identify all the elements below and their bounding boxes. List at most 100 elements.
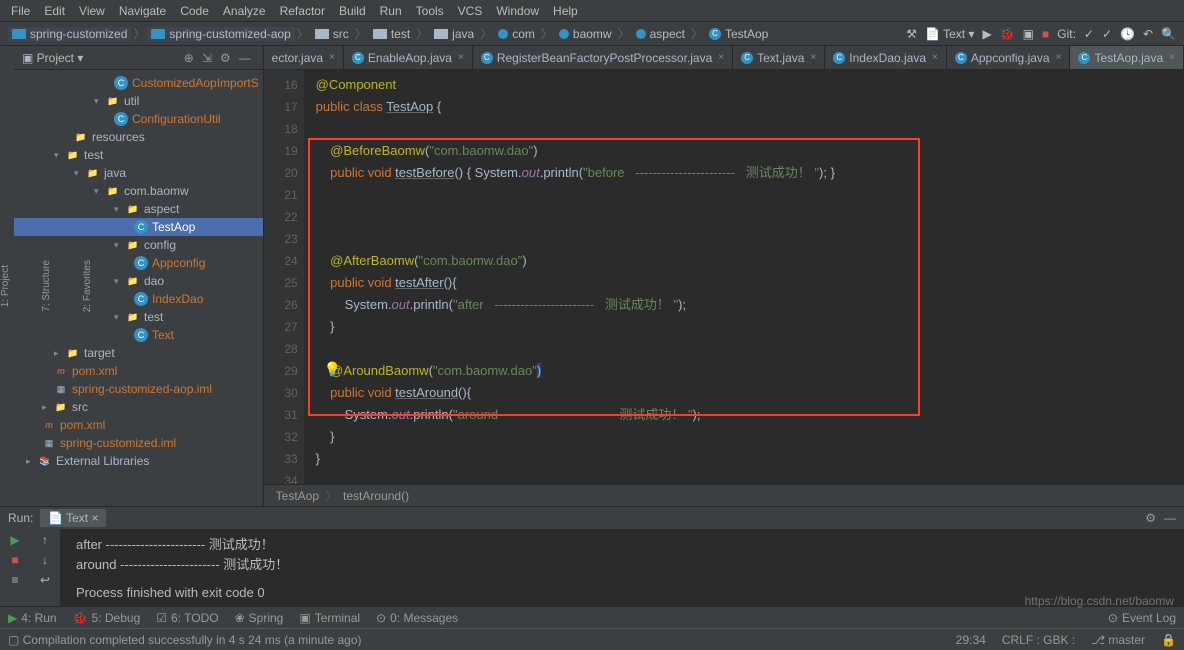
menu-window[interactable]: Window xyxy=(489,4,546,18)
stop-button[interactable]: ■ xyxy=(11,553,18,567)
vcs-commit-icon[interactable]: ✓ xyxy=(1102,27,1112,41)
tree-item[interactable]: ▾📁config xyxy=(14,236,263,254)
folder-icon xyxy=(12,29,26,39)
close-icon[interactable]: × xyxy=(1056,52,1062,63)
tree-item[interactable]: CText xyxy=(14,326,263,344)
hammer-icon[interactable]: ⚒ xyxy=(906,27,917,41)
down-icon[interactable]: ↓ xyxy=(42,553,48,567)
tree-item[interactable]: ▸📚External Libraries xyxy=(14,452,263,470)
editor-tab[interactable]: ector.java× xyxy=(264,46,344,69)
tree-item[interactable]: 📁resources xyxy=(14,128,263,146)
editor-tab[interactable]: CRegisterBeanFactoryPostProcessor.java× xyxy=(473,46,733,69)
search-icon[interactable]: 🔍 xyxy=(1161,27,1176,41)
editor-tab[interactable]: CText.java× xyxy=(733,46,825,69)
close-icon[interactable]: × xyxy=(718,52,724,63)
close-icon[interactable]: × xyxy=(329,52,335,63)
layout-button[interactable]: ≡ xyxy=(11,573,18,587)
debug-button[interactable]: 🐞 xyxy=(1000,27,1015,41)
close-icon[interactable]: × xyxy=(810,52,816,63)
menu-run[interactable]: Run xyxy=(373,4,409,18)
editor-tab[interactable]: CAppconfig.java× xyxy=(947,46,1071,69)
lock-icon[interactable]: 🔒 xyxy=(1161,633,1176,647)
gear-icon[interactable]: ⚙ xyxy=(216,51,235,65)
breadcrumb-class[interactable]: TestAop xyxy=(276,489,319,503)
close-icon[interactable]: × xyxy=(932,52,938,63)
project-tool-button[interactable]: 1: Project xyxy=(0,265,11,307)
tree-item[interactable]: CCustomizedAopImportS xyxy=(14,74,263,92)
run-button[interactable]: ▶ xyxy=(982,27,991,41)
debug-tool-button[interactable]: 🐞 5: Debug xyxy=(73,611,141,625)
tree-item[interactable]: mpom.xml xyxy=(14,416,263,434)
vcs-update-icon[interactable]: ✓ xyxy=(1084,27,1094,41)
up-icon[interactable]: ↑ xyxy=(42,533,48,547)
nav-test[interactable]: test xyxy=(369,27,414,41)
intention-bulb-icon[interactable]: 💡 xyxy=(324,358,341,380)
menu-navigate[interactable]: Navigate xyxy=(112,4,173,18)
vcs-revert-icon[interactable]: ↶ xyxy=(1143,27,1153,41)
menu-refactor[interactable]: Refactor xyxy=(273,4,332,18)
terminal-tool-button[interactable]: ▣ Terminal xyxy=(299,611,360,625)
menu-tools[interactable]: Tools xyxy=(409,4,451,18)
nav-module[interactable]: spring-customized-aop xyxy=(147,27,294,41)
code-content[interactable]: 💡 @Component public class TestAop { @Bef… xyxy=(304,70,1184,484)
status-icon[interactable]: ▢ xyxy=(8,633,19,647)
run-tool-button[interactable]: ▶4: Run xyxy=(8,611,57,625)
stop-button[interactable]: ■ xyxy=(1042,27,1049,41)
tree-item[interactable]: ▸📁src xyxy=(14,398,263,416)
menu-analyze[interactable]: Analyze xyxy=(216,4,273,18)
messages-tool-button[interactable]: ⊙ 0: Messages xyxy=(376,611,458,625)
tree-item[interactable]: ▦spring-customized-aop.iml xyxy=(14,380,263,398)
nav-com[interactable]: com xyxy=(494,27,539,41)
menu-file[interactable]: File xyxy=(4,4,37,18)
caret-position[interactable]: 29:34 xyxy=(956,633,986,647)
tree-item[interactable]: ▾📁test xyxy=(14,146,263,164)
git-branch[interactable]: ⎇ master xyxy=(1091,633,1145,647)
menu-help[interactable]: Help xyxy=(546,4,585,18)
nav-aspect[interactable]: aspect xyxy=(632,27,689,41)
editor-tab[interactable]: CIndexDao.java× xyxy=(825,46,947,69)
collapse-icon[interactable]: ⇲ xyxy=(198,51,216,65)
vcs-history-icon[interactable]: 🕓 xyxy=(1120,27,1135,41)
todo-tool-button[interactable]: ☑ 6: TODO xyxy=(156,611,218,625)
gear-icon[interactable]: ⚙ xyxy=(1145,511,1156,525)
tree-item[interactable]: ▦spring-customized.iml xyxy=(14,434,263,452)
tree-item[interactable]: mpom.xml xyxy=(14,362,263,380)
tree-item[interactable]: ▾📁java xyxy=(14,164,263,182)
project-view-selector[interactable]: ▣ Project ▾ xyxy=(22,51,83,65)
run-tab[interactable]: 📄 Text × xyxy=(40,509,106,527)
code-editor[interactable]: 16171819202122232425262728293031323334 💡… xyxy=(264,70,1184,484)
close-icon[interactable]: × xyxy=(458,52,464,63)
hide-icon[interactable]: — xyxy=(235,51,255,65)
nav-project-root[interactable]: spring-customized xyxy=(8,27,131,41)
menu-build[interactable]: Build xyxy=(332,4,373,18)
nav-baomw[interactable]: baomw xyxy=(555,27,616,41)
wrap-icon[interactable]: ↩ xyxy=(40,573,50,587)
coverage-button[interactable]: ▣ xyxy=(1023,27,1034,41)
run-config-selector[interactable]: 📄 Text ▾ xyxy=(925,27,974,41)
tree-item[interactable]: ▾📁aspect xyxy=(14,200,263,218)
favorites-tool-button[interactable]: 2: Favorites xyxy=(82,260,93,312)
rerun-button[interactable]: ▶ xyxy=(10,533,19,547)
menu-code[interactable]: Code xyxy=(173,4,216,18)
tree-item[interactable]: ▾📁com.baomw xyxy=(14,182,263,200)
menu-edit[interactable]: Edit xyxy=(37,4,72,18)
minimize-icon[interactable]: — xyxy=(1164,511,1176,525)
nav-java[interactable]: java xyxy=(430,27,478,41)
close-icon[interactable]: × xyxy=(1169,52,1175,63)
menu-view[interactable]: View xyxy=(72,4,112,18)
eventlog-button[interactable]: ⊙ Event Log xyxy=(1108,611,1176,625)
tree-item[interactable]: ▾📁util xyxy=(14,92,263,110)
editor-tab[interactable]: CEnableAop.java× xyxy=(344,46,473,69)
nav-src[interactable]: src xyxy=(311,27,353,41)
menu-vcs[interactable]: VCS xyxy=(451,4,490,18)
locate-icon[interactable]: ⊕ xyxy=(180,51,198,65)
breadcrumb-method[interactable]: testAround() xyxy=(343,489,409,503)
tree-item-selected[interactable]: CTestAop xyxy=(14,218,263,236)
structure-tool-button[interactable]: 7: Structure xyxy=(41,260,52,312)
nav-file[interactable]: CTestAop xyxy=(705,27,772,41)
tree-item[interactable]: ▸📁target xyxy=(14,344,263,362)
spring-tool-button[interactable]: ❀ Spring xyxy=(235,611,284,625)
tree-item[interactable]: CConfigurationUtil xyxy=(14,110,263,128)
editor-tab-active[interactable]: CTestAop.java× xyxy=(1070,46,1184,69)
encoding[interactable]: CRLF : GBK : xyxy=(1002,633,1075,647)
